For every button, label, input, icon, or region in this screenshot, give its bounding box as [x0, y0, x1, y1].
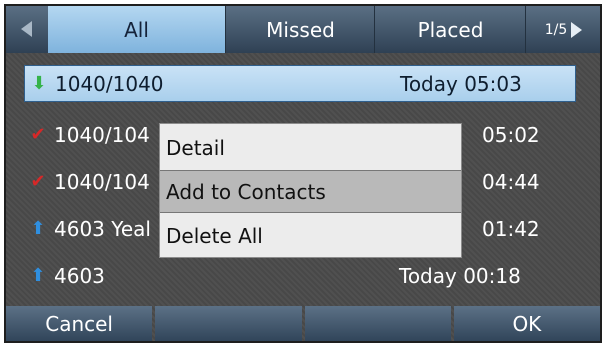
tab-placed[interactable]: Placed [376, 6, 526, 53]
outgoing-call-icon: ⬆ [30, 218, 46, 239]
softkey-3[interactable] [304, 306, 451, 341]
menu-item-detail[interactable]: Detail [160, 126, 461, 169]
tab-left-arrow[interactable] [6, 6, 48, 53]
tab-all[interactable]: All [48, 6, 226, 53]
softkey-2[interactable] [155, 306, 302, 341]
cancel-button[interactable]: Cancel [6, 306, 153, 341]
arrow-right-icon [571, 21, 583, 38]
menu-item-label: Detail [166, 135, 225, 160]
menu-item-label: Add to Contacts [166, 179, 326, 204]
missed-call-icon: ✔ [30, 171, 46, 192]
call-time: Today 00:18 [399, 263, 521, 288]
tab-missed-label: Missed [266, 17, 335, 42]
phone-screen: All Missed Placed 1/5 ⬇ 1040/1040 Today … [4, 4, 602, 343]
call-time: 01:42 [482, 216, 540, 241]
call-name: 4603 Yeal [54, 216, 151, 241]
page-indicator-label: 1/5 [544, 21, 568, 38]
call-time: 04:44 [482, 169, 540, 194]
arrow-left-icon [21, 21, 32, 37]
context-menu: Detail Add to Contacts Delete All [159, 123, 462, 258]
call-time: 05:02 [482, 122, 540, 147]
tab-placed-label: Placed [417, 17, 484, 42]
menu-item-label: Delete All [166, 223, 263, 248]
outgoing-call-icon: ⬆ [30, 265, 46, 286]
missed-call-icon: ✔ [30, 124, 46, 145]
call-name: 1040/1040 [55, 71, 164, 96]
call-row[interactable]: ⬇ 1040/1040 Today 05:03 [24, 65, 576, 102]
call-name: 1040/104 [54, 122, 150, 147]
call-name: 4603 [54, 263, 105, 288]
page-indicator[interactable]: 1/5 [527, 6, 600, 53]
ok-button[interactable]: OK [453, 306, 600, 341]
call-row[interactable]: ⬆ 4603 Today 00:18 [24, 257, 576, 294]
softkey-label: OK [512, 311, 542, 336]
tab-missed[interactable]: Missed [227, 6, 375, 53]
incoming-call-icon: ⬇ [31, 73, 47, 94]
softkey-bar: Cancel OK [6, 306, 600, 341]
softkey-label: Cancel [45, 311, 113, 336]
tab-all-label: All [124, 17, 149, 42]
menu-item-delete-all[interactable]: Delete All [160, 214, 461, 257]
menu-item-add-to-contacts[interactable]: Add to Contacts [160, 170, 461, 213]
call-time: Today 05:03 [400, 71, 522, 96]
tab-bar: All Missed Placed 1/5 [6, 6, 600, 53]
call-name: 1040/104 [54, 169, 150, 194]
